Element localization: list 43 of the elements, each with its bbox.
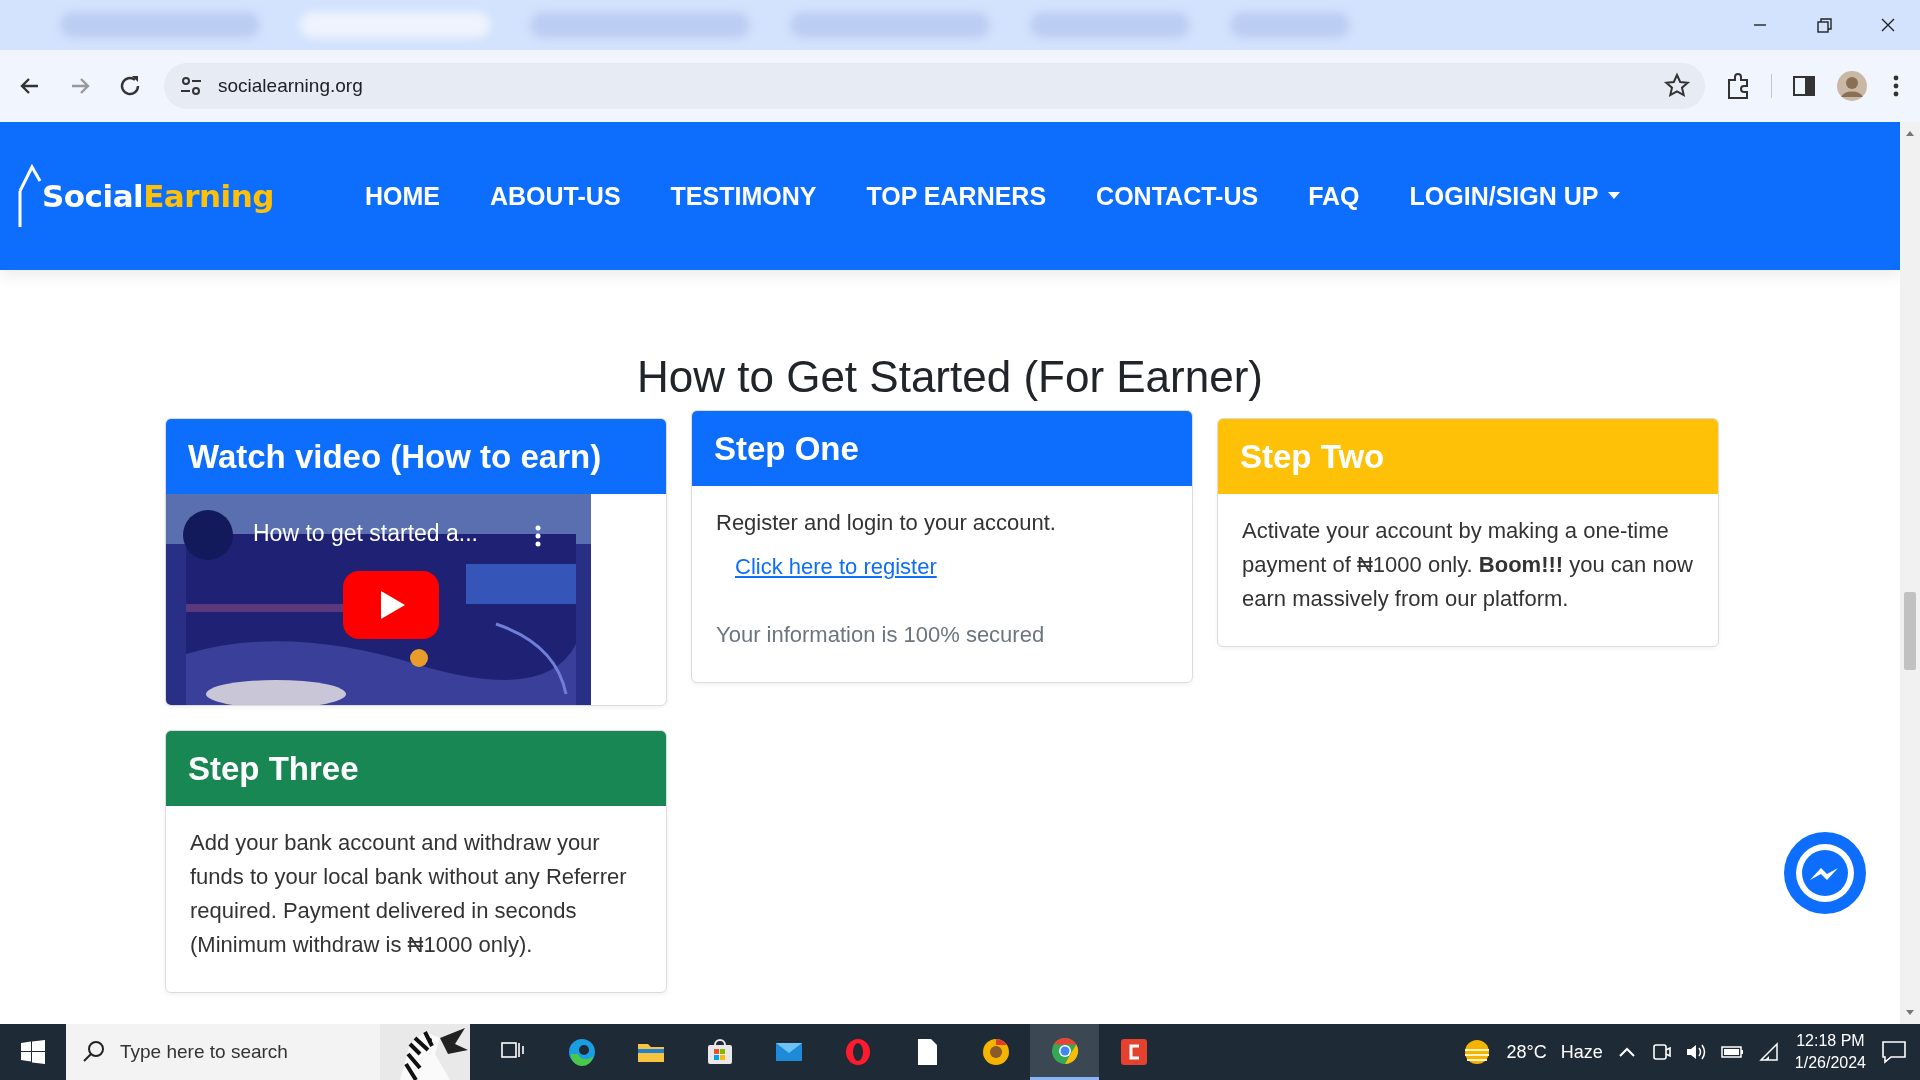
card-title: Step One bbox=[714, 429, 859, 468]
card-title: Step Two bbox=[1240, 437, 1385, 476]
search-placeholder: Type here to search bbox=[120, 1041, 288, 1063]
search-icon bbox=[82, 1040, 106, 1064]
nav-link[interactable]: CONTACT-US bbox=[1071, 173, 1284, 219]
more-icon[interactable] bbox=[533, 524, 543, 548]
meet-now-icon[interactable] bbox=[1650, 1042, 1671, 1062]
messenger-button[interactable] bbox=[1782, 830, 1868, 916]
nav-link[interactable]: ABOUT-US bbox=[465, 173, 646, 219]
card-title: Watch video (How to earn) bbox=[188, 437, 602, 476]
clock-date[interactable]: 1/26/2024 bbox=[1794, 1052, 1866, 1074]
browser-icon bbox=[980, 1037, 1011, 1067]
windows-start-icon[interactable] bbox=[21, 1040, 45, 1064]
register-link[interactable]: Click here to register bbox=[735, 550, 937, 584]
app-icon bbox=[1118, 1037, 1149, 1067]
site-logo[interactable]: SocialEarning bbox=[16, 161, 274, 231]
step-text: Add your bank account and withdraw your funds to your local bank without any Referrer required. Payment delivered in seconds (Minimum withdraw is ₦1000 only). bbox=[190, 829, 628, 959]
weather-text[interactable]: Haze bbox=[1560, 1041, 1603, 1063]
security-note: Your information is 100% secured bbox=[716, 621, 1045, 649]
avatar-icon[interactable] bbox=[1836, 70, 1868, 102]
video-title[interactable]: How to get started a... bbox=[253, 520, 478, 547]
step-text: Activate your account by making a one-time payment of ₦1000 only. Boom!!! you can now earn massively from our platform. bbox=[1242, 517, 1694, 613]
step-text: Register and login to your account. bbox=[716, 509, 1057, 537]
channel-avatar-icon[interactable] bbox=[183, 510, 233, 560]
edge-icon bbox=[566, 1037, 597, 1067]
play-button-icon[interactable] bbox=[343, 571, 439, 639]
nav-link[interactable]: LOGIN/SIGN UP bbox=[1384, 173, 1646, 219]
nav-link[interactable]: TESTIMONY bbox=[645, 173, 842, 219]
network-icon[interactable] bbox=[1758, 1042, 1781, 1062]
nav-link[interactable]: HOME bbox=[340, 173, 465, 219]
card-title: Step Three bbox=[188, 749, 359, 788]
notifications-icon[interactable] bbox=[1880, 1038, 1908, 1066]
nav-link[interactable]: TOP EARNERS bbox=[841, 173, 1072, 219]
star-icon[interactable] bbox=[1663, 72, 1691, 100]
chrome-icon bbox=[1049, 1035, 1080, 1066]
video-player[interactable]: How to get started a... bbox=[166, 494, 591, 705]
section-heading: How to Get Started (For Earner) bbox=[637, 352, 1263, 402]
nav-link[interactable]: FAQ bbox=[1283, 173, 1385, 219]
clock-time[interactable]: 12:18 PM bbox=[1796, 1030, 1865, 1052]
volume-icon[interactable] bbox=[1684, 1042, 1707, 1062]
taskbar-search-field[interactable]: Type here to search bbox=[66, 1024, 470, 1080]
temperature-text[interactable]: 28°C bbox=[1506, 1041, 1547, 1063]
url-text[interactable]: socialearning.org bbox=[218, 75, 363, 97]
